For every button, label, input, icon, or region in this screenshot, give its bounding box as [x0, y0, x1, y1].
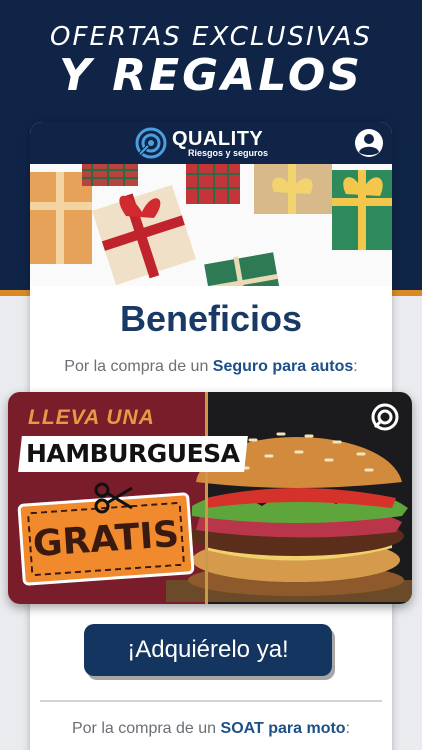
brand-logo: QUALITY Riesgos y seguros [134, 126, 268, 160]
brand-tagline: Riesgos y seguros [187, 147, 269, 158]
section-divider [40, 700, 382, 702]
quality-logo-icon [135, 127, 167, 159]
promo1-suffix: : [353, 358, 358, 375]
promo1-highlight: Seguro para autos [212, 358, 354, 375]
buy-now-button[interactable]: ¡Adquiérelo ya! [84, 624, 332, 676]
brand-name: QUALITY [171, 127, 264, 150]
gifts-image [30, 164, 392, 286]
banner-line1: LLEVA UNA [28, 406, 155, 429]
promo2-highlight: SOAT para moto [220, 720, 346, 737]
hero-title-line1: OFERTAS EXCLUSIVAS [50, 22, 372, 52]
promo-description-autos: Por la compra de un Seguro para autos: [30, 358, 392, 376]
page-title: Beneficios [119, 298, 303, 339]
banner-line2: HAMBURGUESA [26, 439, 240, 468]
banner-divider [205, 392, 208, 604]
promo-banner[interactable]: LLEVA UNA HAMBURGUESA GRATIS [8, 392, 412, 604]
quality-badge-icon [371, 403, 399, 431]
app-header: QUALITY Riesgos y seguros [30, 122, 392, 164]
promo1-prefix: Por la compra de un [64, 358, 213, 375]
promo2-prefix: Por la compra de un [71, 720, 221, 737]
promo-description-soat: Por la compra de un SOAT para moto: [30, 720, 392, 738]
hero-title-line2: Y REGALOS [59, 50, 363, 101]
scissors-icon [94, 482, 133, 514]
promo2-suffix: : [345, 720, 351, 737]
user-circle-icon[interactable] [354, 128, 384, 158]
